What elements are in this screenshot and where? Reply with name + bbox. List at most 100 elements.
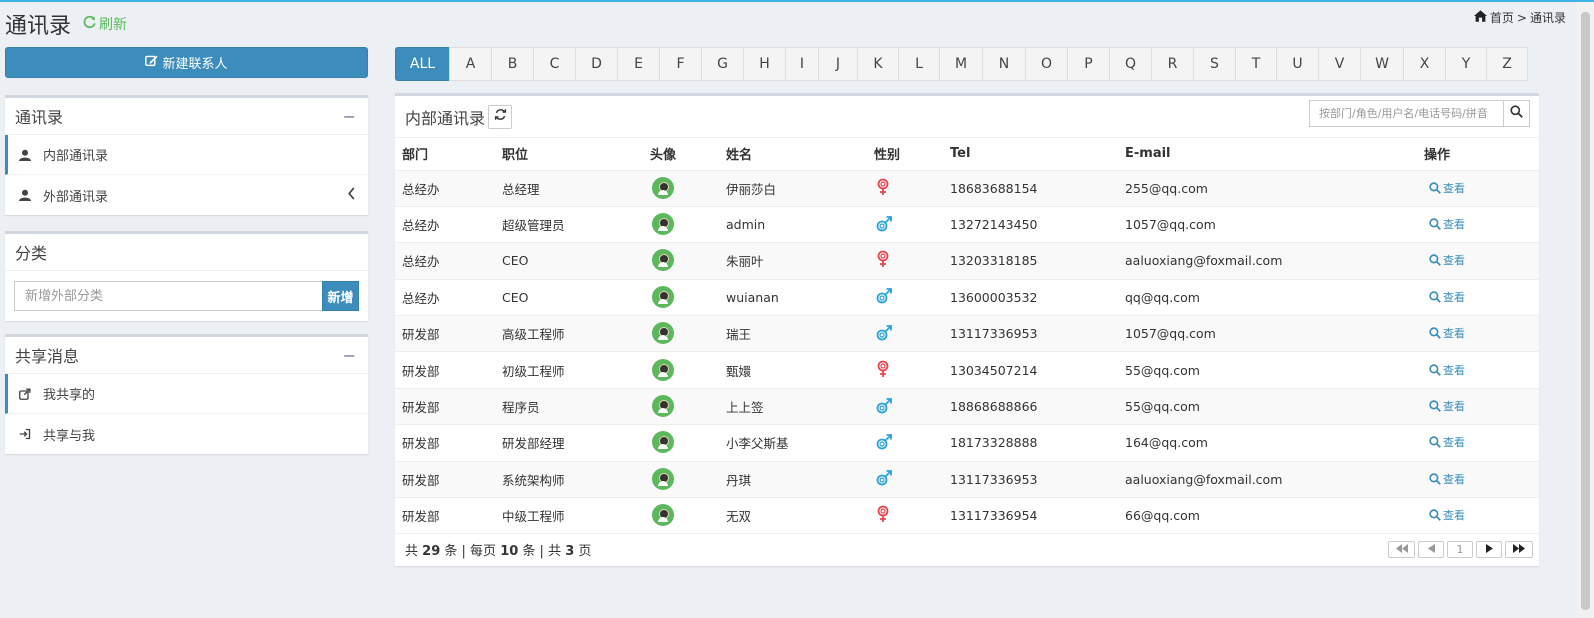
letter-filter-s[interactable]: S bbox=[1193, 47, 1236, 81]
letter-filter-l[interactable]: L bbox=[898, 47, 940, 81]
current-page-indicator[interactable]: 1 bbox=[1447, 540, 1473, 558]
sidebar-item-internal-contacts[interactable]: 内部通讯录 bbox=[5, 135, 368, 175]
contacts-box: 通讯录 − 内部通讯录 外部通讯录 bbox=[5, 95, 368, 215]
letter-filter-b[interactable]: B bbox=[491, 47, 534, 81]
avatar[interactable] bbox=[652, 467, 674, 490]
letter-filter-x[interactable]: X bbox=[1403, 47, 1446, 81]
view-button[interactable]: 查看 bbox=[1429, 325, 1465, 341]
user-icon bbox=[19, 149, 33, 161]
panel-refresh-button[interactable] bbox=[488, 104, 513, 129]
letter-filter-g[interactable]: G bbox=[701, 47, 744, 81]
view-button[interactable]: 查看 bbox=[1429, 362, 1465, 378]
cell-email: 1057@qq.com bbox=[1118, 206, 1417, 244]
search-icon bbox=[1429, 436, 1441, 449]
next-page-button[interactable] bbox=[1476, 540, 1502, 558]
letter-filter-h[interactable]: H bbox=[743, 47, 786, 81]
cell-email: qq@qq.com bbox=[1118, 279, 1417, 317]
category-box: 分类 新增 bbox=[5, 231, 368, 321]
letter-filter-m[interactable]: M bbox=[939, 47, 983, 81]
cell-gender bbox=[867, 424, 943, 462]
letter-filter-w[interactable]: W bbox=[1360, 47, 1404, 81]
avatar[interactable] bbox=[652, 322, 674, 345]
cell-actions: 查看 bbox=[1417, 351, 1539, 389]
cell-name: 丹琪 bbox=[719, 461, 867, 499]
letter-filter-u[interactable]: U bbox=[1276, 47, 1319, 81]
view-button[interactable]: 查看 bbox=[1429, 216, 1465, 232]
home-icon bbox=[1473, 10, 1487, 25]
view-button[interactable]: 查看 bbox=[1429, 289, 1465, 305]
avatar[interactable] bbox=[652, 504, 674, 527]
view-label: 查看 bbox=[1443, 363, 1465, 377]
cell-gender bbox=[867, 170, 943, 207]
avatar[interactable] bbox=[652, 358, 674, 381]
breadcrumb: 首页 > 通讯录 bbox=[1473, 9, 1566, 26]
sidebar-item-external-contacts[interactable]: 外部通讯录 bbox=[5, 175, 368, 215]
cell-avatar bbox=[643, 424, 719, 462]
cell-position: 初级工程师 bbox=[495, 351, 643, 389]
letter-filter-a[interactable]: A bbox=[449, 47, 492, 81]
letter-filter-q[interactable]: Q bbox=[1109, 47, 1152, 81]
letter-filter-k[interactable]: K bbox=[857, 47, 899, 81]
letter-filter-all[interactable]: ALL bbox=[395, 47, 450, 81]
letter-filter-j[interactable]: J bbox=[818, 47, 858, 81]
view-button[interactable]: 查看 bbox=[1429, 252, 1465, 268]
cell-name: wuianan bbox=[719, 279, 867, 317]
avatar[interactable] bbox=[652, 176, 674, 199]
cell-gender bbox=[867, 388, 943, 426]
view-button[interactable]: 查看 bbox=[1429, 434, 1465, 450]
refresh-label: 刷新 bbox=[99, 17, 127, 33]
add-category-button[interactable]: 新增 bbox=[322, 281, 359, 311]
view-label: 查看 bbox=[1443, 400, 1465, 414]
panel-title: 内部通讯录 bbox=[405, 108, 486, 128]
view-label: 查看 bbox=[1443, 254, 1465, 268]
cell-actions: 查看 bbox=[1417, 170, 1539, 207]
view-button[interactable]: 查看 bbox=[1429, 180, 1465, 196]
new-category-input[interactable] bbox=[14, 281, 322, 311]
internal-contacts-panel: 内部通讯录 部门 职位 头像 姓名 性别 bbox=[395, 93, 1539, 566]
letter-filter-t[interactable]: T bbox=[1235, 47, 1277, 81]
cell-actions: 查看 bbox=[1417, 279, 1539, 317]
avatar[interactable] bbox=[652, 395, 674, 418]
category-box-header: 分类 bbox=[5, 234, 368, 271]
avatar[interactable] bbox=[652, 249, 674, 272]
avatar[interactable] bbox=[652, 431, 674, 454]
letter-filter-o[interactable]: O bbox=[1025, 47, 1068, 81]
letter-filter-i[interactable]: I bbox=[785, 47, 819, 81]
letter-filter-c[interactable]: C bbox=[533, 47, 576, 81]
letter-filter-e[interactable]: E bbox=[617, 47, 660, 81]
summary-text: 共 bbox=[405, 543, 419, 559]
avatar[interactable] bbox=[652, 213, 674, 236]
cell-actions: 查看 bbox=[1417, 315, 1539, 353]
page-scrollbar[interactable] bbox=[1576, 2, 1594, 618]
search-button[interactable] bbox=[1503, 100, 1530, 127]
letter-filter-r[interactable]: R bbox=[1151, 47, 1194, 81]
collapse-icon[interactable]: − bbox=[343, 107, 356, 126]
letter-filter-n[interactable]: N bbox=[982, 47, 1026, 81]
prev-page-button[interactable] bbox=[1418, 540, 1444, 558]
breadcrumb-home[interactable]: 首页 bbox=[1490, 9, 1514, 26]
letter-filter-p[interactable]: P bbox=[1067, 47, 1110, 81]
collapse-icon[interactable]: − bbox=[343, 346, 356, 365]
refresh-link[interactable]: 刷新 bbox=[83, 14, 127, 34]
pagination: 1 bbox=[1388, 540, 1533, 558]
share-box-header: 共享消息 − bbox=[5, 337, 368, 374]
sidebar-item-shared-with-me[interactable]: 共享与我 bbox=[5, 414, 368, 454]
letter-filter-d[interactable]: D bbox=[575, 47, 618, 81]
letter-filter-f[interactable]: F bbox=[659, 47, 702, 81]
view-button[interactable]: 查看 bbox=[1429, 398, 1465, 414]
letter-filter-v[interactable]: V bbox=[1318, 47, 1361, 81]
last-page-button[interactable] bbox=[1505, 540, 1533, 558]
view-button[interactable]: 查看 bbox=[1429, 471, 1465, 487]
letter-filter-z[interactable]: Z bbox=[1486, 47, 1528, 81]
letter-filter-y[interactable]: Y bbox=[1445, 47, 1487, 81]
new-contact-button[interactable]: 新建联系人 bbox=[5, 47, 368, 78]
page-scrollbar-thumb[interactable] bbox=[1581, 12, 1590, 610]
cell-avatar bbox=[643, 388, 719, 426]
sidebar-item-my-shared[interactable]: 我共享的 bbox=[5, 374, 368, 414]
cell-dept: 研发部 bbox=[395, 351, 495, 389]
chevron-right-icon bbox=[1485, 543, 1493, 556]
view-button[interactable]: 查看 bbox=[1429, 507, 1465, 523]
avatar[interactable] bbox=[652, 285, 674, 308]
first-page-button[interactable] bbox=[1388, 540, 1415, 558]
search-input[interactable] bbox=[1309, 100, 1503, 127]
